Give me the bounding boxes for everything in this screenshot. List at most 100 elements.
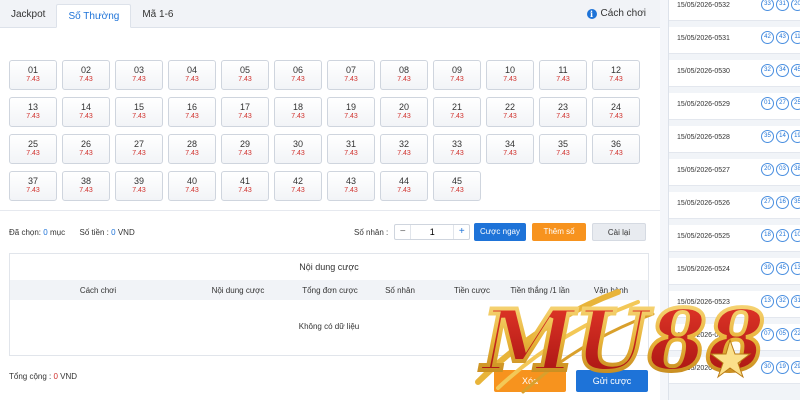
result-row[interactable]: 15/05/2026-0528 35 14 19 <box>669 126 800 153</box>
add-number-button[interactable]: Thêm số <box>532 223 586 241</box>
reset-button[interactable]: Cài lại <box>592 223 646 241</box>
tab-so-thuong[interactable]: Số Thường <box>56 4 132 28</box>
number-button[interactable]: 03 7.43 <box>115 60 163 90</box>
bet-now-button[interactable]: Cược ngay <box>474 223 526 241</box>
number-button[interactable]: 40 7.43 <box>168 171 216 201</box>
number-button[interactable]: 43 7.43 <box>327 171 375 201</box>
number-button[interactable]: 37 7.43 <box>9 171 57 201</box>
number-button[interactable]: 11 7.43 <box>539 60 587 90</box>
number-button[interactable]: 33 7.43 <box>433 134 481 164</box>
number-button[interactable]: 07 7.43 <box>327 60 375 90</box>
number-button[interactable]: 28 7.43 <box>168 134 216 164</box>
number-button[interactable]: 30 7.43 <box>274 134 322 164</box>
multiplier-decrease-button[interactable]: − <box>395 225 410 239</box>
column-header: Số nhân <box>385 286 415 295</box>
how-to-play-link[interactable]: i Cách chơi <box>586 8 646 19</box>
number-label: 14 <box>80 102 91 112</box>
number-label: 29 <box>239 139 250 149</box>
draw-id: 15/05/2026-0530 <box>677 68 730 75</box>
number-button[interactable]: 14 7.43 <box>62 97 110 127</box>
number-grid: 01 7.43 02 7.43 03 7.43 04 7.43 05 7.43 06 7.43 07 7.… <box>9 60 649 201</box>
number-button[interactable]: 16 7.43 <box>168 97 216 127</box>
divider <box>0 210 660 211</box>
selected-count: 0 <box>43 228 48 237</box>
result-row[interactable]: 15/05/2026-0529 01 27 25 <box>669 93 800 120</box>
number-odds: 7.43 <box>238 113 252 120</box>
result-row[interactable]: 15/05/2026-0530 32 34 45 <box>669 60 800 87</box>
number-odds: 7.43 <box>132 76 146 83</box>
draw-id: 15/05/2026-0527 <box>677 167 730 174</box>
number-button[interactable]: 12 7.43 <box>592 60 640 90</box>
number-button[interactable]: 15 7.43 <box>115 97 163 127</box>
result-row[interactable]: 15/05/2026-0527 20 03 38 <box>669 159 800 186</box>
result-row[interactable]: 15/05/2026-0526 27 16 35 <box>669 192 800 219</box>
number-button[interactable]: 32 7.43 <box>380 134 428 164</box>
result-ball: 16 <box>776 196 789 209</box>
number-button[interactable]: 05 7.43 <box>221 60 269 90</box>
number-odds: 7.43 <box>609 76 623 83</box>
amount-value: 0 <box>111 228 116 237</box>
number-button[interactable]: 31 7.43 <box>327 134 375 164</box>
multiplier-increase-button[interactable]: + <box>454 225 469 239</box>
multiplier-input[interactable] <box>410 225 455 239</box>
number-button[interactable]: 02 7.43 <box>62 60 110 90</box>
number-button[interactable]: 25 7.43 <box>9 134 57 164</box>
number-button[interactable]: 35 7.43 <box>539 134 587 164</box>
number-button[interactable]: 41 7.43 <box>221 171 269 201</box>
number-label: 41 <box>239 176 250 186</box>
number-button[interactable]: 45 7.43 <box>433 171 481 201</box>
tab-ma-1-6[interactable]: Mã 1-6 <box>131 3 184 27</box>
number-odds: 7.43 <box>132 150 146 157</box>
number-label: 12 <box>610 65 621 75</box>
result-row[interactable]: 15/05/2026-0525 18 21 10 <box>669 225 800 252</box>
number-odds: 7.43 <box>397 76 411 83</box>
number-button[interactable]: 26 7.43 <box>62 134 110 164</box>
number-button[interactable]: 27 7.43 <box>115 134 163 164</box>
result-balls: 32 34 45 <box>761 64 800 77</box>
number-button[interactable]: 21 7.43 <box>433 97 481 127</box>
number-label: 28 <box>186 139 197 149</box>
number-button[interactable]: 24 7.43 <box>592 97 640 127</box>
number-button[interactable]: 19 7.43 <box>327 97 375 127</box>
number-button[interactable]: 04 7.43 <box>168 60 216 90</box>
number-button[interactable]: 10 7.43 <box>486 60 534 90</box>
number-button[interactable]: 34 7.43 <box>486 134 534 164</box>
draw-id: 15/05/2026-0531 <box>677 35 730 42</box>
result-row[interactable]: 15/05/2026-0531 42 43 11 <box>669 27 800 54</box>
result-ball: 14 <box>776 130 789 143</box>
number-button[interactable]: 36 7.43 <box>592 134 640 164</box>
result-ball: 27 <box>761 196 774 209</box>
number-button[interactable]: 01 7.43 <box>9 60 57 90</box>
number-button[interactable]: 22 7.43 <box>486 97 534 127</box>
number-label: 40 <box>186 176 197 186</box>
number-button[interactable]: 44 7.43 <box>380 171 428 201</box>
number-odds: 7.43 <box>450 113 464 120</box>
draw-id: 15/05/2026-0528 <box>677 134 730 141</box>
number-label: 24 <box>610 102 621 112</box>
result-ball: 01 <box>761 97 774 110</box>
number-button[interactable]: 18 7.43 <box>274 97 322 127</box>
number-button[interactable]: 23 7.43 <box>539 97 587 127</box>
result-ball: 10 <box>791 229 800 242</box>
number-button[interactable]: 38 7.43 <box>62 171 110 201</box>
tab-jackpot[interactable]: Jackpot <box>0 3 56 27</box>
number-button[interactable]: 17 7.43 <box>221 97 269 127</box>
number-button[interactable]: 29 7.43 <box>221 134 269 164</box>
number-label: 21 <box>451 102 462 112</box>
number-label: 17 <box>239 102 250 112</box>
number-button[interactable]: 20 7.43 <box>380 97 428 127</box>
number-button[interactable]: 13 7.43 <box>9 97 57 127</box>
number-button[interactable]: 39 7.43 <box>115 171 163 201</box>
number-label: 09 <box>451 65 462 75</box>
number-odds: 7.43 <box>344 76 358 83</box>
result-ball: 21 <box>776 229 789 242</box>
number-odds: 7.43 <box>450 150 464 157</box>
number-button[interactable]: 09 7.43 <box>433 60 481 90</box>
number-button[interactable]: 42 7.43 <box>274 171 322 201</box>
number-button[interactable]: 06 7.43 <box>274 60 322 90</box>
number-odds: 7.43 <box>344 187 358 194</box>
number-odds: 7.43 <box>185 150 199 157</box>
number-button[interactable]: 08 7.43 <box>380 60 428 90</box>
multiplier: Số nhân : − + <box>354 224 471 240</box>
result-row[interactable]: 15/05/2026-0532 33 31 20 <box>669 0 800 21</box>
